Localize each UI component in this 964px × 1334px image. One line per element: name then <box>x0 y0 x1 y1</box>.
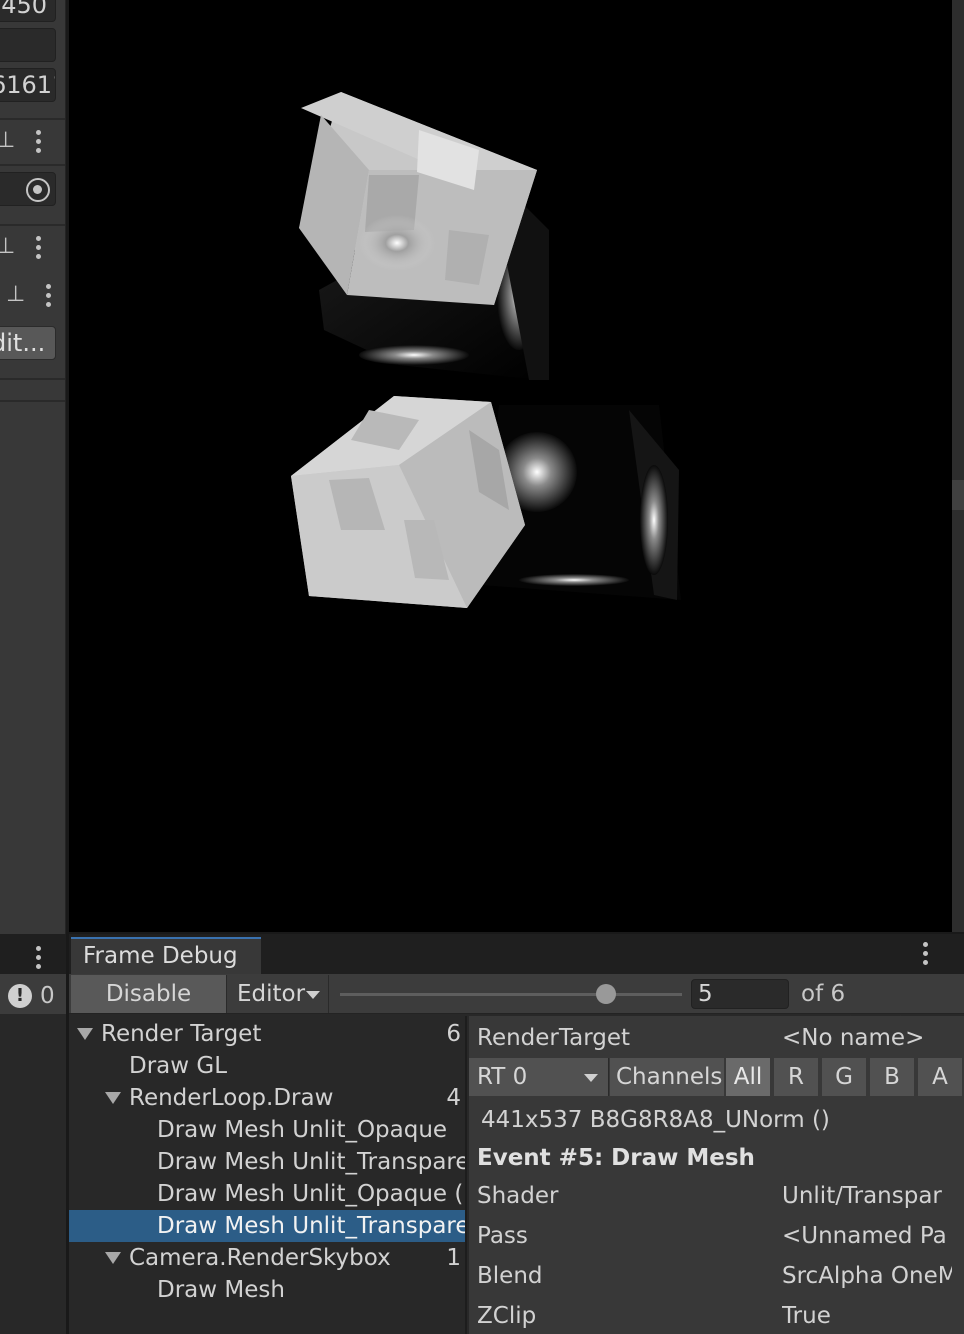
divider <box>0 378 65 380</box>
chevron-down-icon <box>584 1074 598 1082</box>
kebab-menu-icon[interactable] <box>36 130 42 156</box>
inspector-field-1[interactable]: .450 <box>0 0 56 22</box>
render-target-label: RenderTarget <box>477 1025 631 1051</box>
channel-r-toggle[interactable]: R <box>772 1058 818 1096</box>
channel-a-toggle[interactable]: A <box>916 1058 962 1096</box>
tree-row[interactable]: RenderLoop.Draw 4 <box>69 1082 465 1114</box>
inspector-field-3[interactable]: 61611 <box>0 68 56 102</box>
render-target-format: 441x537 B8G8R8A8_UNorm () <box>481 1107 830 1133</box>
event-slider-handle[interactable] <box>596 984 616 1004</box>
render-target-row: RenderTarget <No name> <box>469 1018 964 1058</box>
game-viewport[interactable] <box>69 0 952 932</box>
light-cube-top <box>299 92 537 305</box>
blend-row: Blend SrcAlpha OneM <box>477 1263 952 1289</box>
event-total-label: of 6 <box>801 981 846 1007</box>
event-title: Event #5: Draw Mesh <box>477 1145 755 1171</box>
divider <box>0 164 65 166</box>
tab-bar: Frame Debug <box>69 934 964 974</box>
render-target-controls: RT 0 Channels All R G B A <box>469 1056 964 1096</box>
tree-row-selected[interactable]: Draw Mesh Unlit_Transpare <box>69 1210 465 1242</box>
edit-button[interactable]: dit... <box>0 326 56 360</box>
rt-dropdown[interactable]: RT 0 <box>469 1058 609 1096</box>
event-slider-track[interactable] <box>340 993 682 996</box>
scene-side-strip <box>952 0 964 932</box>
tree-row[interactable]: Render Target 6 <box>69 1018 465 1050</box>
event-details-panel: RenderTarget <No name> RT 0 Channels All… <box>469 1016 964 1334</box>
shader-row: Shader Unlit/Transpar <box>477 1183 942 1209</box>
tree-row[interactable]: Camera.RenderSkybox 1 <box>69 1242 465 1274</box>
kebab-menu-icon[interactable] <box>923 942 929 968</box>
divider <box>0 400 65 402</box>
expand-triangle-icon[interactable] <box>105 1252 121 1264</box>
pass-row: Pass <Unnamed Pa <box>477 1223 947 1249</box>
channel-b-toggle[interactable]: B <box>868 1058 914 1096</box>
kebab-menu-icon[interactable] <box>36 236 42 262</box>
tree-row[interactable]: Draw Mesh Unlit_Opaque <box>69 1114 465 1146</box>
sliders-icon[interactable]: ⊥ <box>0 128 15 153</box>
render-target-value: <No name> <box>782 1025 925 1051</box>
editor-dropdown-label: Editor <box>237 981 306 1007</box>
scene-render <box>291 92 681 608</box>
tree-row[interactable]: Draw Mesh Unlit_Opaque (1 <box>69 1178 465 1210</box>
kebab-menu-icon[interactable] <box>36 946 42 972</box>
warning-icon[interactable]: ! <box>8 984 32 1008</box>
divider <box>0 118 65 120</box>
tree-row[interactable]: Draw GL <box>69 1050 465 1082</box>
channels-label: Channels <box>610 1058 724 1096</box>
sliders-icon[interactable]: ⊥ <box>6 282 25 307</box>
event-tree: Render Target 6 Draw GL RenderLoop.Draw … <box>69 1016 467 1334</box>
tree-row[interactable]: Draw Mesh Unlit_Transpare <box>69 1146 465 1178</box>
zclip-row: ZClip True <box>477 1303 831 1329</box>
sliders-icon[interactable]: ⊥ <box>0 234 15 259</box>
divider <box>0 224 65 226</box>
tree-row[interactable]: Draw Mesh <box>69 1274 465 1306</box>
kebab-menu-icon[interactable] <box>46 284 52 310</box>
channel-all-toggle[interactable]: All <box>724 1058 770 1096</box>
console-strip: ! 0 <box>0 934 66 1334</box>
inspector-field-2[interactable] <box>0 28 56 62</box>
tab-frame-debug[interactable]: Frame Debug <box>71 937 261 974</box>
console-tab-area <box>0 934 66 974</box>
expand-triangle-icon[interactable] <box>105 1092 121 1104</box>
disable-button[interactable]: Disable <box>71 975 227 1013</box>
editor-dropdown[interactable]: Editor <box>229 975 329 1013</box>
event-index-field[interactable]: 5 <box>691 979 789 1009</box>
warning-count: 0 <box>40 983 55 1009</box>
frame-debug-window: Frame Debug Disable Editor 5 of 6 Render… <box>69 934 964 1334</box>
channel-g-toggle[interactable]: G <box>820 1058 866 1096</box>
object-picker-icon[interactable] <box>26 178 50 202</box>
expand-triangle-icon[interactable] <box>77 1028 93 1040</box>
chevron-down-icon <box>306 991 320 999</box>
console-toolbar: ! <box>0 974 66 1014</box>
